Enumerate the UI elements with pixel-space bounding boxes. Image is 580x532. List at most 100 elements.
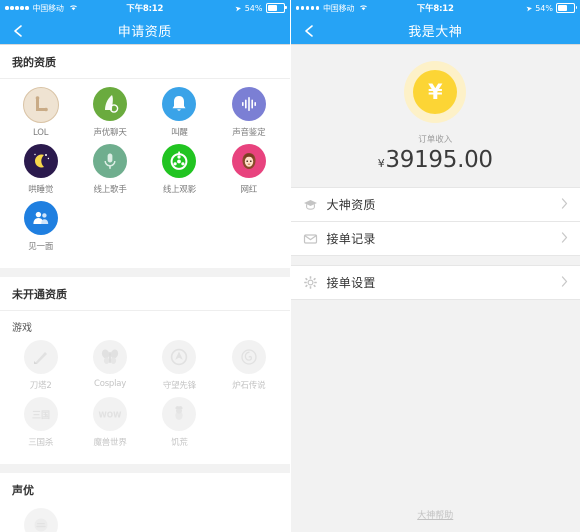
section-header-unopened-qualifications: 未开通资质 [0, 277, 290, 311]
status-bar-right-group: ➤ 54% [234, 3, 287, 13]
status-bar-right-group: ➤ 54% [525, 3, 577, 13]
qualification-item-cosplay[interactable]: Cosplay [75, 340, 144, 391]
menu-group-primary: 大神资质 接单记录 [290, 187, 580, 256]
menu-label: 接单记录 [326, 232, 376, 246]
qualification-label: LOL [33, 128, 49, 138]
qualification-item-influencer[interactable]: 网红 [214, 144, 283, 195]
currency-symbol: ¥ [377, 157, 385, 170]
qualification-label: 叫醒 [171, 128, 188, 138]
left-phone-screen: 中国移动 下午8:12 ➤ 54% 申请资质 我的资质 LOL 声优聊天 叫醒 … [0, 0, 291, 532]
games-grid: 刀塔2 Cosplay 守望先锋 炉石传说 三国 三国杀 WOW 魔兽世界 饥荒 [0, 336, 290, 464]
signal-dots-icon [295, 6, 319, 10]
battery-icon [556, 3, 577, 13]
qualification-item-wakeup[interactable]: 叫醒 [145, 87, 214, 138]
battery-percent-label: 54% [535, 3, 553, 13]
menu-row-qualifications[interactable]: 大神资质 [290, 188, 580, 222]
qualification-label: 刀塔2 [29, 381, 52, 391]
page-title: 我是大神 [408, 24, 463, 40]
svg-text:三国: 三国 [32, 410, 50, 421]
gear-icon [303, 275, 318, 290]
chevron-right-icon [561, 198, 568, 211]
earnings-amount: ¥39195.00 [378, 147, 493, 173]
microphone-icon [93, 144, 128, 178]
qualification-label: Cosplay [93, 379, 127, 389]
signal-dots-icon [5, 6, 29, 10]
qualification-label: 哄睡觉 [28, 185, 54, 195]
wow-icon: WOW [93, 397, 128, 431]
earnings-label: 订单收入 [418, 135, 453, 145]
battery-icon [265, 3, 287, 13]
qualification-item-voice-appraisal[interactable]: 声音鉴定 [214, 87, 283, 138]
qualification-label: 见一面 [28, 242, 54, 252]
waveform-icon [231, 87, 266, 121]
coin-symbol: ¥ [413, 70, 458, 114]
lol-icon [22, 87, 59, 123]
menu-label: 大神资质 [326, 198, 376, 212]
qualification-label: 声优聊天 [93, 128, 127, 138]
group-title-voice-actor: 声优 [0, 473, 290, 500]
qualification-item-wow[interactable]: WOW 魔兽世界 [75, 397, 144, 448]
bell-icon [162, 87, 197, 121]
menu-label: 接单设置 [326, 276, 376, 290]
qualification-item-dota2[interactable]: 刀塔2 [6, 340, 75, 391]
qualification-item-voice-chat[interactable]: 声优聊天 [75, 87, 144, 138]
right-scroll-area[interactable]: ¥ 订单收入 ¥39195.00 大神资质 接单记录 接单设置 [290, 45, 580, 532]
envelope-icon [303, 231, 318, 246]
back-chevron-icon[interactable] [303, 24, 315, 37]
my-qualifications-grid: LOL 声优聊天 叫醒 声音鉴定 哄睡觉 线上歌手 线上观影 网红 见一面 [0, 79, 290, 268]
qualification-item-meetup[interactable]: 见一面 [6, 201, 75, 252]
location-arrow-icon: ➤ [525, 3, 533, 13]
qualification-item-sleep[interactable]: 哄睡觉 [6, 144, 75, 195]
chevron-right-icon [561, 276, 568, 289]
qualification-label: 声音鉴定 [232, 128, 266, 138]
location-arrow-icon: ➤ [234, 3, 243, 13]
carrier-label: 中国移动 [32, 3, 64, 13]
back-chevron-icon[interactable] [12, 24, 24, 37]
help-link[interactable]: 大神帮助 [417, 508, 453, 521]
battery-percent-label: 54% [244, 3, 263, 13]
qualification-item-lol[interactable]: LOL [6, 87, 75, 138]
qualification-label: 线上歌手 [93, 185, 127, 195]
qualification-item-hearthstone[interactable]: 炉石传说 [214, 340, 283, 391]
group-title-games: 游戏 [0, 311, 290, 336]
voice-actor-grid: Pia戏 [0, 500, 290, 532]
qualification-item-sanguosha[interactable]: 三国 三国杀 [6, 397, 75, 448]
overwatch-icon [162, 340, 197, 374]
menu-group-secondary: 接单设置 [290, 265, 580, 300]
status-bar-left-group: 中国移动 [295, 3, 369, 14]
qualification-item-movie[interactable]: 线上观影 [145, 144, 214, 195]
section-header-my-qualifications: 我的资质 [0, 45, 290, 79]
hearthstone-icon [231, 340, 266, 374]
qualification-item-singer[interactable]: 线上歌手 [75, 144, 144, 195]
left-scroll-area[interactable]: 我的资质 LOL 声优聊天 叫醒 声音鉴定 哄睡觉 线上歌手 线上观影 网红 见… [0, 45, 290, 532]
help-footer: 大神帮助 [290, 496, 580, 532]
qualification-label: 网红 [240, 185, 258, 195]
butterfly-icon [93, 340, 128, 374]
pia-drama-icon [23, 508, 58, 532]
page-title: 申请资质 [117, 24, 172, 40]
nav-bar-right: 我是大神 [290, 16, 580, 45]
earnings-card: ¥ 订单收入 ¥39195.00 [290, 45, 580, 187]
right-phone-screen: 中国移动 下午8:12 ➤ 54% 我是大神 ¥ 订单收入 ¥ 39195.00… [290, 0, 580, 532]
qualification-label: 炉石传说 [232, 381, 266, 391]
status-bar-right: 中国移动 下午8:12 ➤ 54% [290, 0, 580, 16]
graduation-cap-icon [303, 197, 318, 212]
two-people-icon [23, 201, 58, 235]
moon-night-icon [23, 144, 58, 178]
qualification-item-dont-starve[interactable]: 饥荒 [145, 397, 214, 448]
menu-row-order-records[interactable]: 接单记录 [290, 222, 580, 256]
sanguosha-icon: 三国 [23, 397, 58, 431]
menu-spacer [290, 256, 580, 265]
menu-row-order-settings[interactable]: 接单设置 [290, 266, 580, 300]
dont-starve-icon [162, 397, 197, 431]
nav-bar-left: 申请资质 [0, 16, 290, 45]
yen-coin-icon: ¥ [404, 61, 467, 123]
status-bar-left: 中国移动 下午8:12 ➤ 54% [0, 0, 290, 16]
section-divider-2 [0, 464, 290, 473]
qualification-label: 魔兽世界 [93, 438, 127, 448]
qualification-item-pia[interactable]: Pia戏 [6, 508, 75, 532]
qualification-label: 守望先锋 [162, 381, 197, 391]
dota-sword-icon [23, 340, 58, 374]
qualification-item-overwatch[interactable]: 守望先锋 [145, 340, 214, 391]
qualification-label: 饥荒 [171, 438, 188, 448]
